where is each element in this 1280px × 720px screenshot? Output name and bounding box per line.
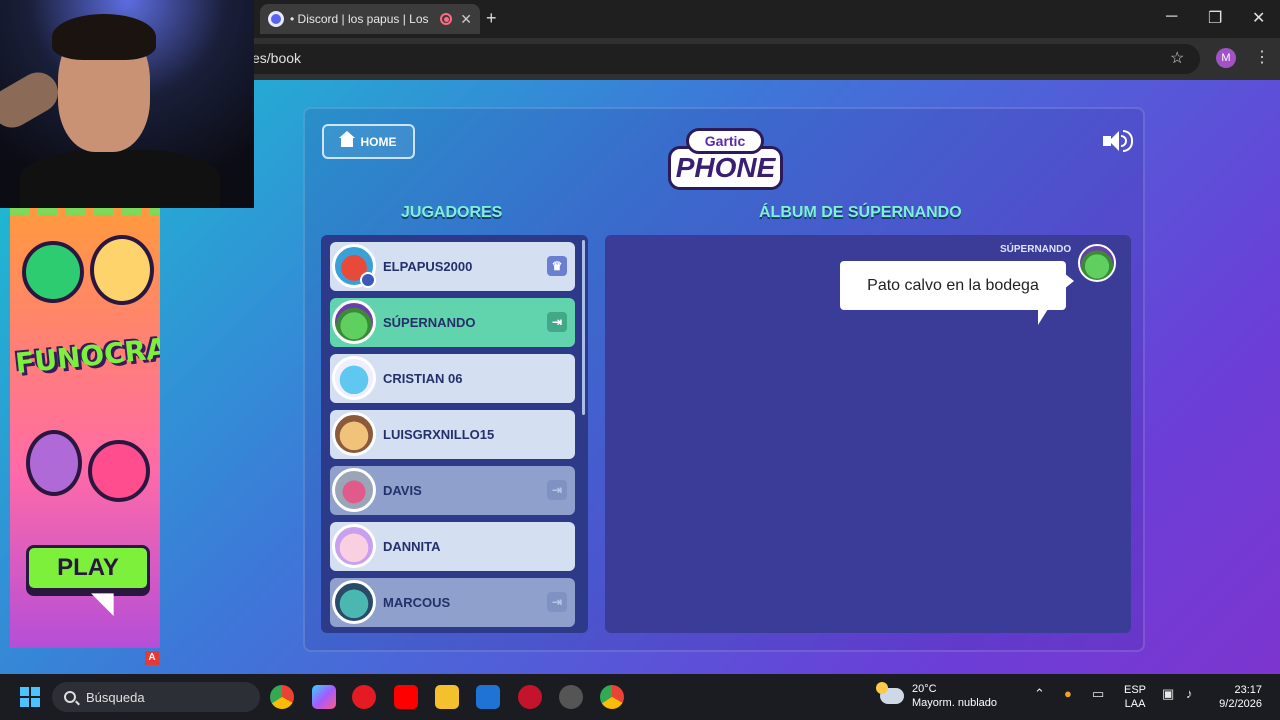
exit-icon[interactable]: ⇥ [547, 480, 567, 500]
album-title: ÁLBUM DE SÚPERNANDO [759, 204, 962, 221]
chrome-icon[interactable] [270, 685, 294, 709]
windows-start-icon[interactable] [20, 687, 40, 707]
youtube-icon[interactable] [394, 685, 418, 709]
clock-time: 23:17 [1234, 684, 1262, 696]
cloud-sun-icon [876, 682, 904, 704]
vegas-icon[interactable] [476, 685, 500, 709]
search-icon [64, 691, 76, 703]
obs-icon[interactable] [559, 685, 583, 709]
volume-icon[interactable]: ♪ [1186, 686, 1193, 701]
language-indicator[interactable]: ESP LAA [1124, 683, 1146, 711]
player-avatar [332, 524, 376, 568]
chevron-up-icon[interactable]: ⌃ [1034, 686, 1045, 702]
advertisement-banner[interactable]: FUNOCRACY PLAY [10, 205, 160, 648]
system-clock[interactable]: 23:17 9/2/2026 [1212, 683, 1262, 711]
profile-avatar[interactable]: M [1216, 48, 1236, 68]
lang-line-1: ESP [1124, 684, 1147, 696]
players-scrollbar[interactable] [582, 240, 585, 415]
keyboard-icon[interactable]: ▭ [1092, 686, 1104, 702]
opera-gx-icon[interactable] [518, 685, 542, 709]
browser-tab-discord[interactable]: • Discord | los papus | Los p ✕ [260, 4, 480, 34]
weather-status: Mayorm. nublado [912, 697, 997, 709]
search-placeholder: Búsqueda [86, 689, 145, 705]
copilot-icon[interactable] [312, 685, 336, 709]
player-row-davis[interactable]: DAVIS ⇥ [330, 466, 575, 515]
album-author-name: SÚPERNANDO [1000, 244, 1072, 255]
players-list: ELPAPUS2000 ♛ SÚPERNANDO ⇥ CRISTIAN 06 L… [321, 235, 588, 633]
player-name: MARCOUS [383, 595, 451, 610]
player-row-supernando[interactable]: SÚPERNANDO ⇥ [330, 298, 575, 347]
player-name: ELPAPUS2000 [383, 259, 473, 274]
player-row-marcous[interactable]: MARCOUS ⇥ [330, 578, 575, 627]
player-name: CRISTIAN 06 [383, 371, 463, 386]
player-avatar [332, 300, 376, 344]
logo-top-text: Gartic [686, 128, 764, 154]
album-message-bubble: Pato calvo en la bodega [840, 261, 1074, 310]
lock-icon [360, 272, 376, 288]
player-name: LUISGRXNILLO15 [383, 427, 495, 442]
player-name: SÚPERNANDO [383, 315, 476, 330]
player-row-luisgrxnillo[interactable]: LUISGRXNILLO15 [330, 410, 575, 459]
home-label: HOME [360, 134, 397, 149]
microphone-icon[interactable]: ● [1064, 686, 1072, 701]
player-row-elpapus2000[interactable]: ELPAPUS2000 ♛ [330, 242, 575, 291]
close-window-button[interactable]: ✕ [1252, 8, 1265, 28]
player-avatar [332, 468, 376, 512]
crown-icon: ♛ [547, 256, 567, 276]
webcam-person [0, 65, 66, 135]
ad-character-icon [26, 430, 82, 496]
new-tab-button[interactable]: + [486, 8, 497, 29]
temperature: 20°C [912, 683, 937, 695]
ad-logo: FUNOCRACY [13, 327, 160, 381]
player-row-cristian[interactable]: CRISTIAN 06 [330, 354, 575, 403]
restore-button[interactable]: ❐ [1208, 8, 1222, 28]
recording-icon [440, 13, 453, 25]
minimize-button[interactable]: ─ [1166, 8, 1177, 26]
lang-line-2: LAA [1124, 698, 1146, 710]
webcam-person [20, 150, 220, 208]
player-avatar [332, 412, 376, 456]
home-icon [338, 130, 355, 147]
network-icon[interactable]: ▣ [1162, 686, 1174, 702]
player-avatar [332, 356, 376, 400]
thumbs-up-icon [22, 241, 84, 303]
chrome-profile-icon[interactable] [600, 685, 624, 709]
file-explorer-icon[interactable] [435, 685, 459, 709]
windows-taskbar: Búsqueda 20°C Mayorm. nublado ⌃ ● ▭ ESP … [0, 674, 1280, 720]
ad-badge[interactable]: A [145, 651, 159, 665]
player-name: DANNITA [383, 539, 441, 554]
weather-widget[interactable]: 20°C Mayorm. nublado [876, 682, 997, 710]
tab-close-icon[interactable]: ✕ [460, 11, 472, 28]
ad-play-button[interactable]: PLAY [26, 545, 150, 591]
clock-date: 9/2/2026 [1219, 698, 1262, 710]
ad-character-icon [90, 235, 154, 305]
url-field[interactable]: es/book [240, 44, 1200, 74]
player-name: DAVIS [383, 483, 422, 498]
album-author-avatar [1078, 244, 1116, 282]
webcam-overlay [0, 0, 254, 208]
exit-icon[interactable]: ⇥ [547, 592, 567, 612]
opera-icon[interactable] [352, 685, 376, 709]
discord-favicon-icon [268, 11, 284, 27]
ad-emoji-icon [88, 440, 150, 502]
taskbar-search[interactable]: Búsqueda [52, 682, 260, 712]
mouse-cursor-icon [1038, 309, 1048, 325]
home-button[interactable]: HOME [322, 124, 415, 159]
browser-menu-icon[interactable]: ⋮ [1254, 47, 1270, 67]
webcam-person [52, 14, 156, 60]
tab-title: • Discord | los papus | Los p [290, 12, 433, 26]
bookmark-star-icon[interactable]: ☆ [1170, 48, 1184, 68]
gartic-phone-logo: PHONE Gartic [668, 124, 783, 194]
exit-icon[interactable]: ⇥ [547, 312, 567, 332]
speaker-icon[interactable] [1103, 130, 1133, 152]
players-title: JUGADORES [401, 204, 503, 221]
player-avatar [332, 580, 376, 624]
player-row-dannita[interactable]: DANNITA [330, 522, 575, 571]
